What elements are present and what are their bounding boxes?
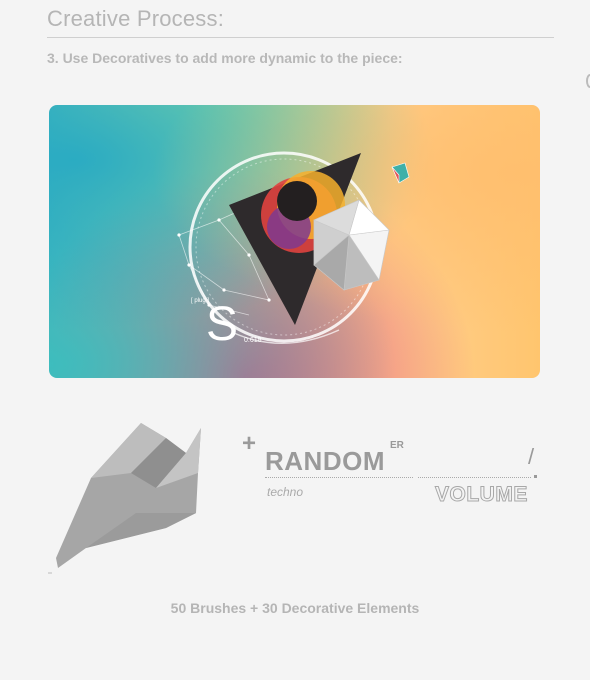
- decorative-dotted-line-left: [265, 477, 413, 478]
- hero-initial-letter: S: [206, 298, 239, 351]
- decorative-plus: +: [242, 430, 257, 457]
- title-divider: [47, 37, 554, 38]
- decorative-word-volume: VOLUME: [435, 483, 528, 507]
- footer-caption: 50 Brushes + 30 Decorative Elements: [170, 600, 420, 616]
- hero-caption-small: [ plug ]: [191, 298, 210, 304]
- page-title: Creative Process:: [47, 6, 225, 31]
- decorative-slash: /: [528, 444, 535, 469]
- decorative-superscript: ER: [390, 440, 404, 451]
- decorative-dotted-line-right: [418, 477, 531, 478]
- hero-artwork: S [ plug ] 0.618: [49, 105, 540, 378]
- hero-artwork-graphic: [177, 151, 410, 345]
- brush-stroke-sample: [48, 423, 201, 574]
- step-subtitle: 3. Use Decoratives to add more dynamic t…: [47, 50, 403, 66]
- decorative-tick: [534, 475, 537, 478]
- decorative-tag-techno: techno: [267, 485, 304, 499]
- decorative-word-random: RANDOM: [265, 446, 385, 476]
- hero-caption-ratio: 0.618: [244, 337, 262, 344]
- scroll-edge-icon: [586, 74, 590, 88]
